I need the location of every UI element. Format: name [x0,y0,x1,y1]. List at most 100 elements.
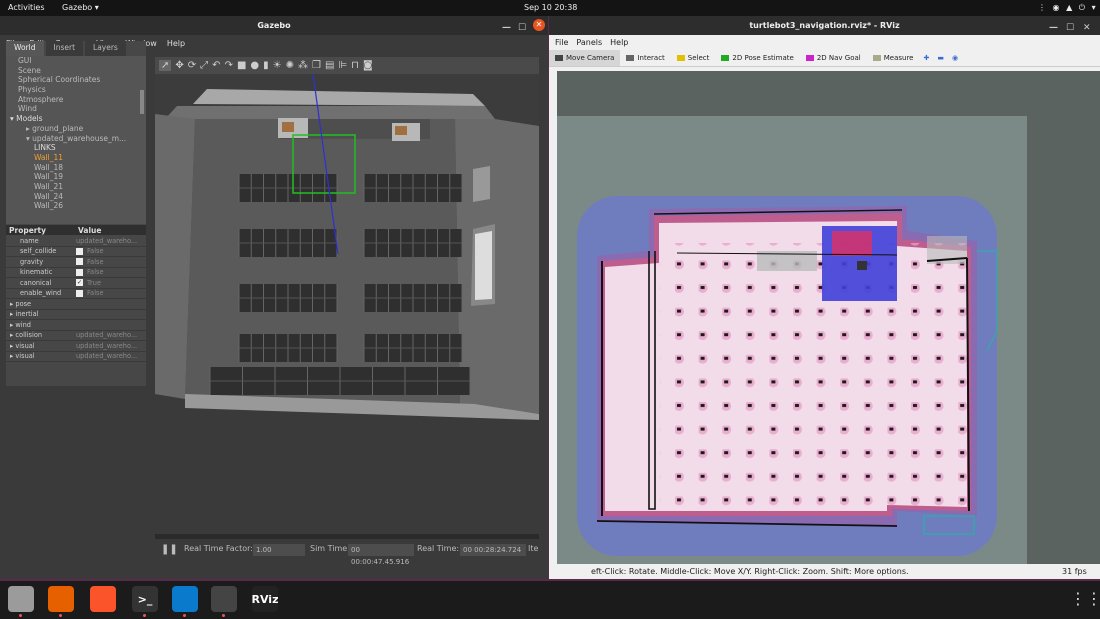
tree-item[interactable]: ▸ ground_plane [6,124,146,134]
tree-item[interactable]: Atmosphere [6,95,146,105]
property-checkbox[interactable] [76,247,83,255]
translate-mode-icon[interactable]: ✥ [175,60,183,71]
property-row[interactable]: ▸ visual updated_wareho... [6,341,146,352]
tool-2d-pose-estimate[interactable]: 2D Pose Estimate [715,50,799,66]
add-tool-icon[interactable]: ✚ [919,50,933,66]
property-checkbox[interactable] [76,289,83,297]
point-light-icon[interactable]: ☀ [273,60,282,71]
tool-2d-nav-goal[interactable]: 2D Nav Goal [800,50,867,66]
snap-icon[interactable]: ⊓ [351,60,359,71]
rotate-mode-icon[interactable]: ⟳ [188,60,196,71]
firefox-icon[interactable] [48,586,74,612]
property-row[interactable]: kinematic False [6,268,146,278]
property-checkbox[interactable] [76,258,83,266]
maximize-button[interactable]: ☐ [518,19,526,38]
real-time-label: Real Time: [417,544,460,553]
property-checkbox[interactable] [76,268,83,276]
tool-interact[interactable]: Interact [620,50,670,66]
undo-icon[interactable]: ↶ [212,60,220,71]
property-checkbox[interactable]: ✓ [76,279,83,287]
activities-button[interactable]: Activities [8,3,45,12]
tree-item[interactable]: LINKS [6,143,146,153]
scale-mode-icon[interactable]: ⤢ [200,60,208,71]
gazebo-3d-view[interactable] [155,74,539,534]
gazebo-icon[interactable] [211,586,237,612]
tool-select[interactable]: Select [671,50,716,66]
property-list[interactable]: name updated_wareho... self_collide False g… [6,236,146,362]
select-mode-icon[interactable]: ➚ [159,60,172,71]
remove-tool-icon[interactable]: ▬ [933,50,948,66]
tool-label: 2D Nav Goal [816,53,861,62]
tool-label: 2D Pose Estimate [732,53,794,62]
rviz-menu-panels[interactable]: Panels [576,38,602,47]
running-indicator [19,614,22,617]
rviz-menu-file[interactable]: File [555,38,568,47]
vscode-icon[interactable] [172,586,198,612]
property-value-text: True [87,278,102,287]
cylinder-shape-icon[interactable]: ▮ [263,60,269,71]
box-shape-icon[interactable]: ■ [237,60,246,71]
tree-item[interactable]: Scene [6,66,146,76]
rviz-icon[interactable]: RViz [252,586,278,612]
tab-world[interactable]: World [6,41,44,56]
shelf-row [209,367,471,395]
property-row[interactable]: ▸ collision updated_wareho... [6,331,146,341]
tool-measure[interactable]: Measure [867,50,920,66]
redo-icon[interactable]: ↷ [225,60,233,71]
tree-scrollbar[interactable] [140,90,144,114]
property-row[interactable]: canonical ✓ True [6,278,146,289]
property-value-text: updated_wareho... [76,236,138,245]
tree-item[interactable]: Wall_26 [6,201,146,211]
property-row[interactable]: ▸ pose [6,299,146,310]
tree-item[interactable]: Wall_11 [6,153,146,163]
tree-item[interactable]: ▾ Models [6,114,146,124]
property-row[interactable]: gravity False [6,257,146,268]
sphere-shape-icon[interactable]: ● [250,60,259,71]
tree-item[interactable]: Spherical Coordinates [6,75,146,85]
property-row[interactable]: ▸ inertial [6,310,146,320]
rviz-minimize-button[interactable]: — [1049,19,1058,38]
tool-move-camera[interactable]: Move Camera [549,49,621,66]
pause-icon[interactable]: ❚❚ [161,544,178,555]
app-menu[interactable]: Gazebo ▾ [62,3,99,12]
camera-icon[interactable]: ◙ [363,60,373,71]
property-row[interactable]: ▸ wind [6,320,146,331]
terminal-icon[interactable]: >_ [132,586,158,612]
tree-item[interactable]: ▾ updated_warehouse_m... [6,134,146,144]
property-row[interactable]: self_collide False [6,247,146,257]
model-tree[interactable]: GUI Scene Spherical Coordinates Physics Atmo… [6,56,146,224]
minimize-button[interactable]: — [502,19,511,38]
paste-icon[interactable]: ▤ [325,60,334,71]
spot-light-icon[interactable]: ✺ [286,60,294,71]
tab-insert[interactable]: Insert [45,41,84,56]
focus-icon[interactable]: ◉ [948,50,962,66]
sim-time-label: Sim Time: [310,544,350,553]
tree-item[interactable]: Wall_21 [6,182,146,192]
property-row[interactable]: ▸ visual updated_wareho... [6,352,146,362]
directional-light-icon[interactable]: ⁂ [298,60,308,71]
align-icon[interactable]: ⊫ [338,60,347,71]
tree-item[interactable]: Wind [6,104,146,114]
app-grid-icon[interactable]: ⋮⋮ [1070,589,1100,608]
tree-item[interactable]: Wall_19 [6,172,146,182]
property-row[interactable]: name updated_wareho... [6,236,146,247]
dock-label: >_ [137,592,153,606]
brave-icon[interactable] [90,586,116,612]
property-row[interactable]: enable_wind False [6,289,146,299]
rviz-menu-help[interactable]: Help [610,38,628,47]
tree-item[interactable]: Wall_24 [6,192,146,202]
rviz-map-view[interactable] [557,71,1100,564]
tree-item[interactable]: GUI [6,56,146,66]
tab-layers[interactable]: Layers [85,41,126,56]
copy-icon[interactable]: ❐ [312,60,321,71]
menu-help[interactable]: Help [167,39,185,48]
close-button[interactable]: ✕ [533,19,545,31]
tree-item[interactable]: Wall_18 [6,163,146,173]
rviz-maximize-button[interactable]: ☐ [1066,19,1074,38]
shelf-row [363,284,463,312]
files-icon[interactable] [8,586,34,612]
system-tray[interactable]: ⋮ ◉ ▲ ⏻ ▾ [1038,3,1098,13]
tree-item[interactable]: Physics [6,85,146,95]
clock[interactable]: Sep 10 20:38 [524,3,577,12]
rviz-close-button[interactable]: ✕ [1083,19,1091,38]
